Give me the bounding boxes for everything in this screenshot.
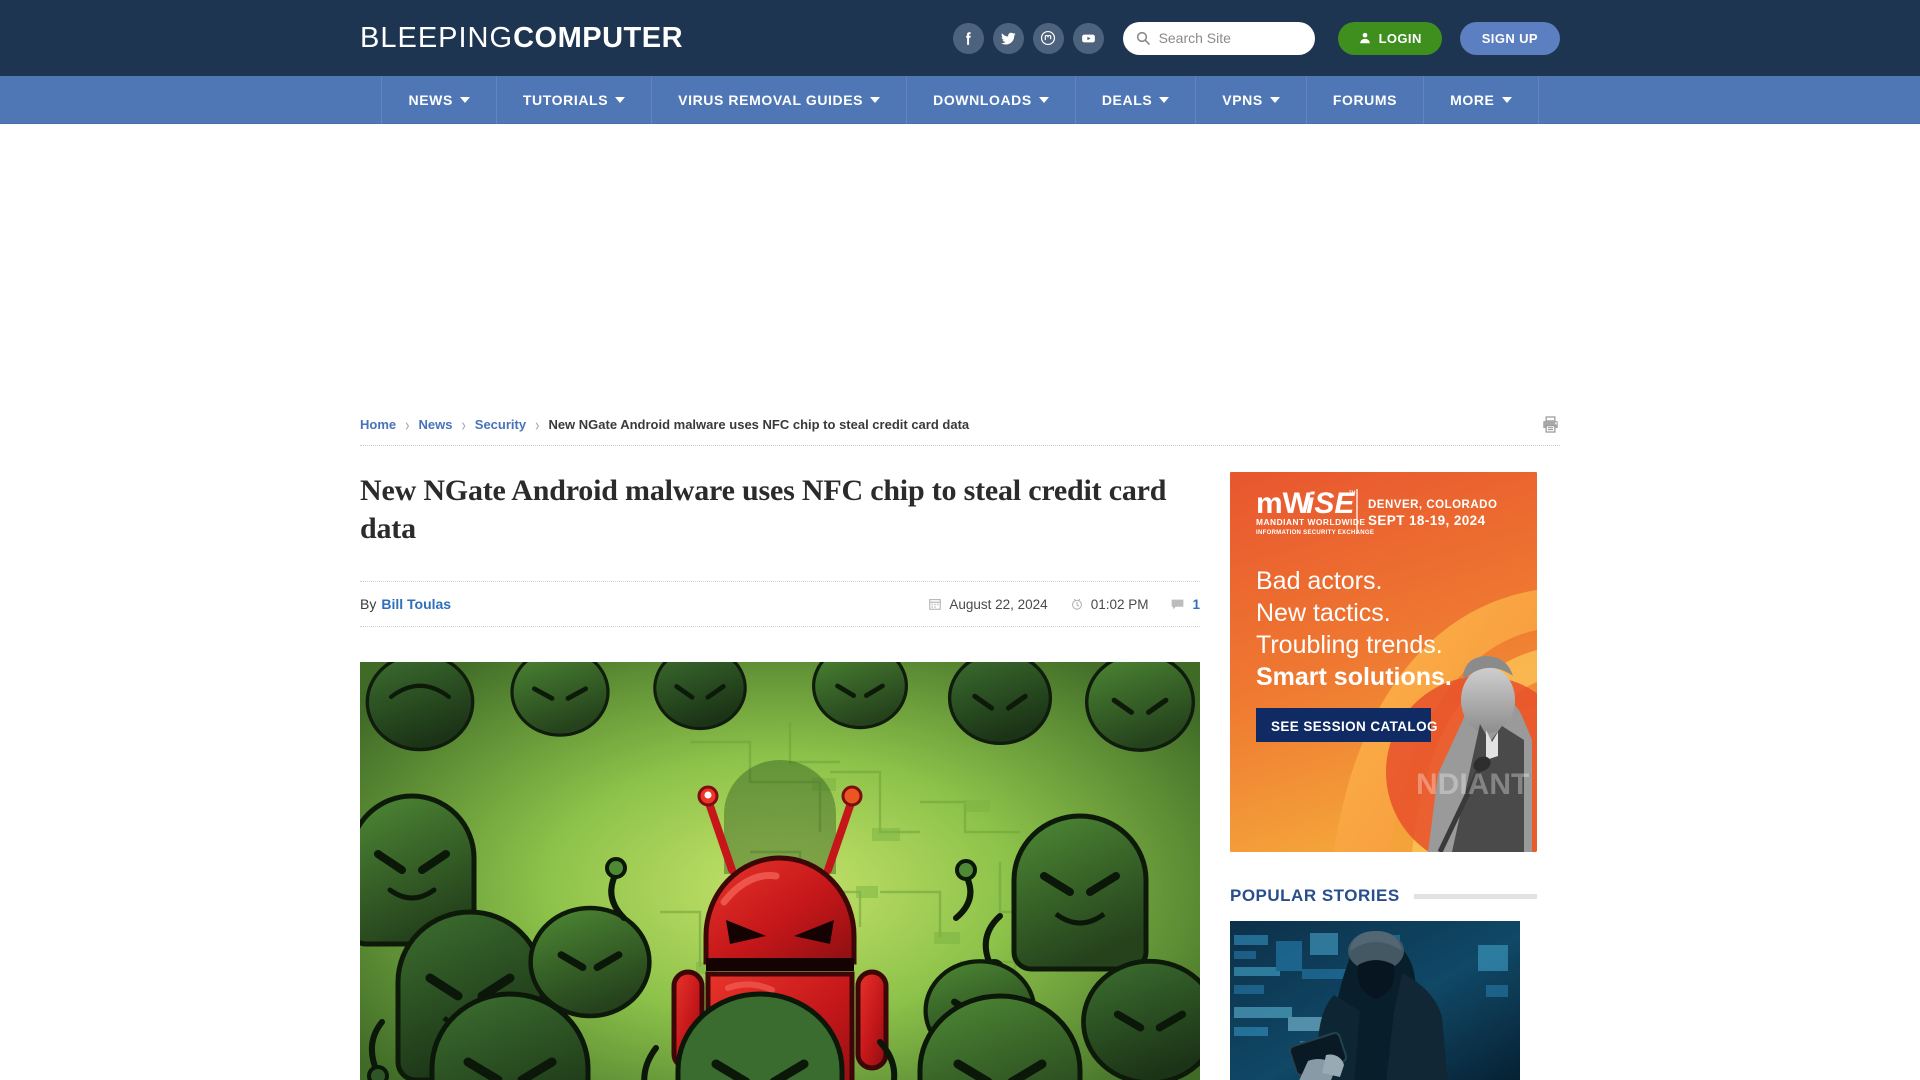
breadcrumb: Home › News › Security › New NGate Android mal… bbox=[360, 414, 970, 435]
popular-story-thumbnail[interactable] bbox=[1230, 921, 1520, 1080]
nav-item-virus-removal-guides[interactable]: VIRUS REMOVAL GUIDES bbox=[652, 76, 908, 124]
article-hero-image: 1 0 0N bbox=[360, 662, 1200, 1080]
breadcrumb-link[interactable]: Home bbox=[360, 417, 396, 432]
youtube-icon[interactable] bbox=[1072, 22, 1104, 54]
svg-text:Smart solutions.: Smart solutions. bbox=[1256, 663, 1452, 691]
publish-time-text: 01:02 PM bbox=[1090, 596, 1149, 612]
svg-text:NDIANT: NDIANT bbox=[1416, 768, 1529, 801]
printer-icon bbox=[1543, 416, 1558, 433]
svg-text:SEPT 18-19, 2024: SEPT 18-19, 2024 bbox=[1368, 513, 1486, 528]
svg-text:mW: mW bbox=[1256, 487, 1312, 520]
page-container: Home › News › Security › New NGate Android mal… bbox=[360, 404, 1560, 1080]
nav-item-news[interactable]: NEWS bbox=[381, 76, 497, 124]
logo-text-bold: COMPUTER bbox=[513, 22, 684, 54]
sidebar-ad[interactable]: NDIANT mW iSE ™ MANDIANT WORLDWIDE INFOR… bbox=[1230, 472, 1537, 852]
heading-rule bbox=[1413, 893, 1537, 899]
login-label: LOGIN bbox=[1378, 30, 1422, 46]
nav-item-downloads[interactable]: DOWNLOADS bbox=[907, 76, 1076, 124]
comments-link[interactable]: 1 bbox=[1170, 597, 1200, 612]
nav-item-deals[interactable]: DEALS bbox=[1076, 76, 1197, 124]
breadcrumb-current: New NGate Android malware uses NFC chip … bbox=[548, 417, 970, 432]
chevron-down-icon bbox=[459, 97, 470, 103]
publish-date: August 22, 2024 bbox=[928, 596, 1048, 612]
chevron-down-icon bbox=[615, 97, 626, 103]
signup-button[interactable]: SIGN UP bbox=[1459, 21, 1560, 55]
nav-item-label: VIRUS REMOVAL GUIDES bbox=[678, 92, 864, 108]
breadcrumb-link[interactable]: News bbox=[418, 417, 452, 432]
breadcrumb-separator: › bbox=[405, 414, 410, 435]
calendar-icon bbox=[929, 599, 942, 610]
chevron-down-icon bbox=[1269, 97, 1280, 103]
comment-count: 1 bbox=[1192, 596, 1200, 612]
mastodon-icon[interactable] bbox=[1032, 22, 1064, 54]
leaderboard-ad-slot bbox=[0, 124, 1920, 404]
header-actions: LOGIN SIGN UP bbox=[952, 21, 1560, 55]
logo-text-light: BLEEPING bbox=[360, 22, 514, 54]
author-link[interactable]: Bill Toulas bbox=[381, 596, 451, 612]
svg-text:New tactics.: New tactics. bbox=[1256, 599, 1391, 627]
by-label: By bbox=[360, 596, 377, 612]
print-button[interactable] bbox=[1541, 415, 1560, 434]
site-header: BLEEPINGCOMPUTER LOGIN bbox=[0, 0, 1920, 76]
comment-icon bbox=[1172, 599, 1184, 609]
nav-item-more[interactable]: MORE bbox=[1424, 76, 1539, 124]
page-title: New NGate Android malware uses NFC chip … bbox=[360, 474, 1167, 545]
twitter-icon[interactable] bbox=[992, 22, 1024, 54]
facebook-icon[interactable] bbox=[952, 22, 984, 54]
publish-date-text: August 22, 2024 bbox=[949, 596, 1048, 612]
site-logo[interactable]: BLEEPINGCOMPUTER bbox=[360, 0, 683, 76]
nav-item-label: TUTORIALS bbox=[522, 92, 609, 108]
svg-text:DENVER, COLORADO: DENVER, COLORADO bbox=[1368, 499, 1497, 511]
nav-item-vpns[interactable]: VPNS bbox=[1196, 76, 1307, 124]
popular-stories-header: POPULAR STORIES bbox=[1230, 886, 1537, 906]
chevron-down-icon bbox=[1159, 97, 1170, 103]
nav-item-label: DOWNLOADS bbox=[933, 92, 1032, 108]
breadcrumb-link[interactable]: Security bbox=[475, 417, 526, 432]
signup-label: SIGN UP bbox=[1481, 30, 1538, 46]
clock-icon bbox=[1071, 598, 1082, 610]
chevron-down-icon bbox=[1501, 97, 1512, 103]
search-input[interactable] bbox=[1158, 30, 1303, 46]
article-meta-row: By Bill Toulas August 22, 2024 01:02 PM … bbox=[360, 581, 1200, 627]
nav-item-label: NEWS bbox=[408, 92, 453, 108]
nav-item-tutorials[interactable]: TUTORIALS bbox=[497, 76, 653, 124]
nav-item-label: MORE bbox=[1450, 92, 1495, 108]
svg-text:™: ™ bbox=[1348, 489, 1356, 498]
publish-time: 01:02 PM bbox=[1070, 596, 1149, 612]
content-columns: New NGate Android malware uses NFC chip … bbox=[360, 446, 1560, 1080]
nav-item-label: DEALS bbox=[1101, 92, 1153, 108]
nav-item-label: FORUMS bbox=[1332, 92, 1398, 108]
popular-stories-title: POPULAR STORIES bbox=[1230, 886, 1400, 905]
article-column: New NGate Android malware uses NFC chip … bbox=[360, 472, 1200, 1080]
svg-text:MANDIANT WORLDWIDE: MANDIANT WORLDWIDE bbox=[1256, 517, 1365, 527]
search-icon bbox=[1136, 31, 1150, 45]
user-icon bbox=[1359, 32, 1370, 44]
login-button[interactable]: LOGIN bbox=[1337, 21, 1442, 55]
breadcrumb-separator: › bbox=[535, 414, 540, 435]
nav-item-label: VPNS bbox=[1222, 92, 1263, 108]
main-navigation: NEWS TUTORIALS VIRUS REMOVAL GUIDES DOWNLOA… bbox=[0, 76, 1920, 124]
svg-text:Bad actors.: Bad actors. bbox=[1256, 567, 1382, 595]
nav-item-forums[interactable]: FORUMS bbox=[1307, 76, 1425, 124]
breadcrumb-row: Home › News › Security › New NGate Android mal… bbox=[360, 404, 1560, 446]
svg-text:Troubling trends.: Troubling trends. bbox=[1256, 631, 1443, 659]
meta-group: August 22, 2024 01:02 PM 1 bbox=[928, 597, 1200, 612]
sidebar: NDIANT mW iSE ™ MANDIANT WORLDWIDE INFOR… bbox=[1230, 472, 1537, 1080]
chevron-down-icon bbox=[870, 97, 881, 103]
svg-text:SEE SESSION CATALOG: SEE SESSION CATALOG bbox=[1271, 719, 1438, 734]
breadcrumb-separator: › bbox=[461, 414, 466, 435]
search-box[interactable] bbox=[1122, 21, 1315, 55]
chevron-down-icon bbox=[1038, 97, 1049, 103]
